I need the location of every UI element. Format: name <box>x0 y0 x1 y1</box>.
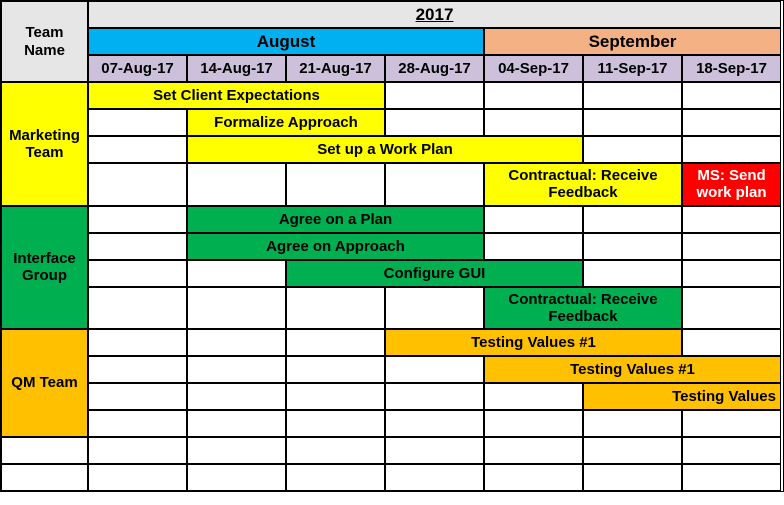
gantt-cell <box>88 136 187 163</box>
task-qm-testing-1: Testing Values #1 <box>385 329 682 356</box>
gantt-cell <box>484 233 583 260</box>
header-date-4: 04-Sep-17 <box>484 55 583 82</box>
gantt-cell <box>187 329 286 356</box>
gantt-cell <box>682 109 781 136</box>
gantt-cell <box>88 410 187 437</box>
task-qm-testing-2: Testing Values #1 <box>484 356 781 383</box>
gantt-cell <box>682 464 781 491</box>
gantt-cell <box>286 163 385 206</box>
header-date-2: 21-Aug-17 <box>286 55 385 82</box>
gantt-cell <box>286 287 385 330</box>
gantt-cell <box>286 383 385 410</box>
gantt-cell <box>385 287 484 330</box>
gantt-cell <box>682 136 781 163</box>
header-date-6: 18-Sep-17 <box>682 55 781 82</box>
gantt-cell <box>583 109 682 136</box>
gantt-cell <box>682 233 781 260</box>
gantt-cell <box>484 410 583 437</box>
gantt-cell <box>583 82 682 109</box>
header-team-name: Team Name <box>1 1 88 82</box>
gantt-cell <box>88 287 187 330</box>
gantt-cell <box>583 233 682 260</box>
gantt-cell <box>583 464 682 491</box>
task-qm-testing-3: Testing Values <box>583 383 781 410</box>
gantt-cell <box>682 82 781 109</box>
task-marketing-work-plan: Set up a Work Plan <box>187 136 583 163</box>
gantt-cell <box>682 329 781 356</box>
gantt-cell <box>187 383 286 410</box>
gantt-cell <box>385 383 484 410</box>
gantt-cell <box>88 206 187 233</box>
gantt-cell <box>484 464 583 491</box>
gantt-cell <box>88 464 187 491</box>
gantt-cell <box>88 233 187 260</box>
header-year: 2017 <box>88 1 781 28</box>
header-date-0: 07-Aug-17 <box>88 55 187 82</box>
gantt-cell <box>583 437 682 464</box>
gantt-cell <box>187 287 286 330</box>
gantt-cell <box>484 437 583 464</box>
gantt-cell <box>682 206 781 233</box>
gantt-cell <box>286 410 385 437</box>
gantt-cell <box>484 109 583 136</box>
gantt-cell <box>187 410 286 437</box>
gantt-cell <box>88 356 187 383</box>
team-label-interface: Interface Group <box>1 206 88 330</box>
gantt-cell <box>385 82 484 109</box>
gantt-cell <box>484 82 583 109</box>
header-month-aug: August <box>88 28 484 55</box>
gantt-cell <box>385 109 484 136</box>
gantt-cell <box>286 329 385 356</box>
gantt-cell <box>88 383 187 410</box>
gantt-cell <box>385 163 484 206</box>
gantt-cell <box>88 437 187 464</box>
gantt-cell <box>286 437 385 464</box>
header-date-5: 11-Sep-17 <box>583 55 682 82</box>
task-interface-configure-gui: Configure GUI <box>286 260 583 287</box>
gantt-cell <box>583 206 682 233</box>
gantt-cell <box>1 464 88 491</box>
header-date-1: 14-Aug-17 <box>187 55 286 82</box>
team-label-qm: QM Team <box>1 329 88 437</box>
header-date-3: 28-Aug-17 <box>385 55 484 82</box>
gantt-cell <box>385 437 484 464</box>
gantt-cell <box>286 464 385 491</box>
gantt-cell <box>583 260 682 287</box>
gantt-chart: Team Name 2017 August September 07-Aug-1… <box>0 0 784 492</box>
task-marketing-ms-send: MS: Send work plan <box>682 163 781 206</box>
gantt-cell <box>88 163 187 206</box>
gantt-cell <box>1 437 88 464</box>
gantt-cell <box>187 356 286 383</box>
gantt-cell <box>88 329 187 356</box>
gantt-cell <box>286 356 385 383</box>
team-label-marketing: Marketing Team <box>1 82 88 206</box>
task-marketing-contractual: Contractual: Receive Feedback <box>484 163 682 206</box>
task-interface-agree-approach: Agree on Approach <box>187 233 484 260</box>
task-interface-contractual: Contractual: Receive Feedback <box>484 287 682 330</box>
gantt-cell <box>682 287 781 330</box>
gantt-cell <box>187 464 286 491</box>
header-month-sep: September <box>484 28 781 55</box>
gantt-cell <box>682 410 781 437</box>
gantt-cell <box>583 136 682 163</box>
gantt-cell <box>187 163 286 206</box>
gantt-cell <box>88 109 187 136</box>
gantt-cell <box>385 410 484 437</box>
gantt-cell <box>583 410 682 437</box>
gantt-cell <box>385 464 484 491</box>
gantt-cell <box>484 206 583 233</box>
task-marketing-formalize-approach: Formalize Approach <box>187 109 385 136</box>
gantt-cell <box>484 383 583 410</box>
gantt-cell <box>88 260 187 287</box>
gantt-cell <box>682 437 781 464</box>
gantt-cell <box>187 260 286 287</box>
gantt-cell <box>385 356 484 383</box>
gantt-cell <box>187 437 286 464</box>
task-marketing-set-client-expectations: Set Client Expectations <box>88 82 385 109</box>
task-interface-agree-plan: Agree on a Plan <box>187 206 484 233</box>
gantt-cell <box>682 260 781 287</box>
